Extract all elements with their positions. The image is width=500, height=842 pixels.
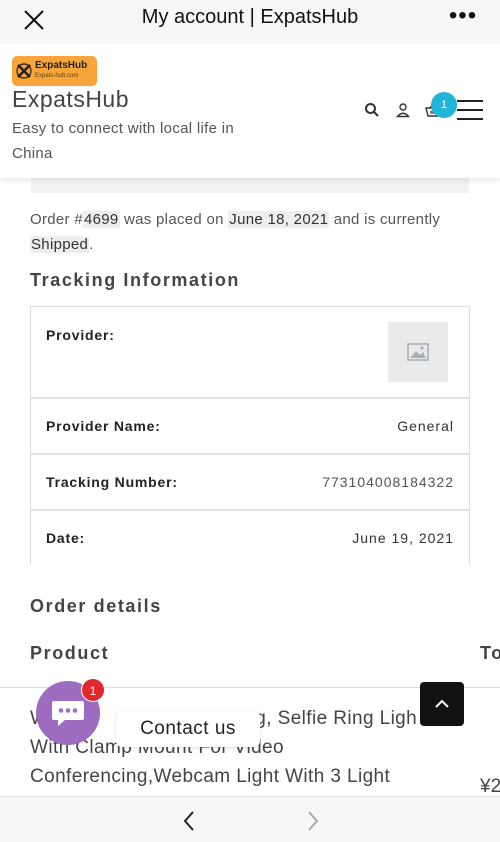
tracking-value: General [397,418,454,434]
logo-text: ExpatsHub [35,60,88,71]
image-icon [407,343,429,361]
provider-image-placeholder [388,322,448,382]
tracking-value: 773104008184322 [322,474,454,490]
tracking-label: Provider Name: [46,418,161,434]
tracking-label: Tracking Number: [46,474,178,490]
forward-icon[interactable] [300,809,324,833]
more-options-icon[interactable]: ••• [448,4,478,30]
tracking-label: Provider: [46,327,115,343]
browser-top-bar: My account | ExpatsHub ••• [0,0,500,44]
chat-bubble-icon [52,701,84,726]
search-icon[interactable] [364,102,380,118]
column-product: Product [30,643,110,663]
order-summary-text: Order #4699 was placed on June 18, 2021 … [30,211,441,253]
logo-subtext: Expats-hub.com [35,73,79,79]
chevron-up-icon [435,699,449,708]
tracking-row-provider: Provider: [31,307,469,399]
hamburger-menu-icon[interactable] [457,100,483,120]
back-icon[interactable] [178,809,202,833]
chat-notification-badge: 1 [81,678,105,702]
site-logo[interactable]: ExpatsHub Expats-hub.com [12,56,97,86]
tracking-row-provider-name: Provider Name: General [31,399,469,455]
order-date: June 18, 2021 [228,211,330,228]
tracking-row-date: Date: June 19, 2021 [31,511,469,565]
tracking-table: Provider: Provider Name: General Trackin… [30,306,470,565]
site-name[interactable]: ExpatsHub [12,86,129,113]
cart-count-badge[interactable]: 1 [431,92,457,118]
order-status: Shipped [30,236,90,253]
browser-title: My account | ExpatsHub [141,6,359,28]
browser-bottom-bar [0,796,500,842]
order-number: 4699 [82,211,120,228]
notice-bar [31,178,469,193]
logo-mark-icon [16,63,32,79]
site-header: ExpatsHub Expats-hub.com ExpatsHub Easy … [0,44,500,178]
tracking-row-number: Tracking Number: 773104008184322 [31,455,469,511]
product-price: ¥2 [480,776,500,796]
scroll-to-top-button[interactable] [420,682,464,726]
user-icon[interactable] [395,102,411,118]
column-total: To [480,643,500,663]
tracking-heading: Tracking Information [30,270,241,290]
site-tagline: Easy to connect with local life in China [12,120,234,162]
tracking-label: Date: [46,530,86,546]
order-details-heading: Order details [30,596,162,616]
tracking-value: June 19, 2021 [352,530,454,546]
contact-us-label[interactable]: Contact us [116,711,260,747]
